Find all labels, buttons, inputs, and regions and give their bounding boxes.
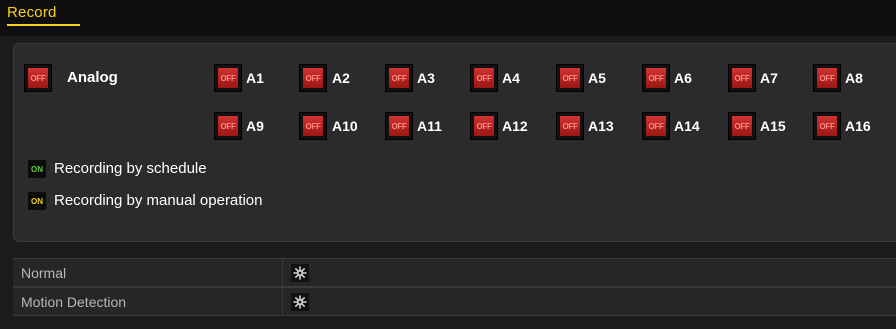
- channel-toggle-a11[interactable]: OFF: [385, 112, 413, 140]
- off-indicator: OFF: [218, 116, 238, 136]
- column-divider: [282, 288, 283, 315]
- analog-toggle-button[interactable]: OFF: [24, 64, 52, 92]
- channel-label-a8: A8: [845, 70, 863, 86]
- channel-toggle-a14[interactable]: OFF: [642, 112, 670, 140]
- channel-label-a3: A3: [417, 70, 435, 86]
- channel-label-a14: A14: [674, 118, 700, 134]
- gear-icon[interactable]: [291, 264, 309, 282]
- tab-underline: [7, 24, 80, 26]
- channel-toggle-a2[interactable]: OFF: [299, 64, 327, 92]
- channel-label-a5: A5: [588, 70, 606, 86]
- gear-icon[interactable]: [291, 293, 309, 311]
- tab-record[interactable]: Record: [7, 4, 57, 21]
- off-indicator: OFF: [389, 116, 409, 136]
- row-label-normal: Normal: [21, 265, 67, 281]
- record-type-table: Normal Motion Detection: [13, 258, 896, 329]
- header-bar: Record: [0, 0, 896, 36]
- column-divider: [282, 259, 283, 286]
- off-indicator: OFF: [646, 68, 666, 88]
- off-indicator: OFF: [732, 68, 752, 88]
- off-indicator: OFF: [560, 68, 580, 88]
- channel-label-a12: A12: [502, 118, 528, 134]
- off-indicator: OFF: [303, 116, 323, 136]
- channel-label-a9: A9: [246, 118, 264, 134]
- off-indicator: OFF: [389, 68, 409, 88]
- manual-legend-text: Recording by manual operation: [54, 192, 263, 209]
- channel-label-a1: A1: [246, 70, 264, 86]
- channel-toggle-a8[interactable]: OFF: [813, 64, 841, 92]
- off-indicator: OFF: [560, 116, 580, 136]
- off-indicator: OFF: [303, 68, 323, 88]
- channel-toggle-a15[interactable]: OFF: [728, 112, 756, 140]
- channel-toggle-a12[interactable]: OFF: [470, 112, 498, 140]
- table-row: Normal: [13, 258, 896, 287]
- channel-panel: OFF Analog OFF A1 OFF A2 OFF A3 OFF A4 O…: [13, 43, 896, 242]
- channel-toggle-a1[interactable]: OFF: [214, 64, 242, 92]
- channel-toggle-a16[interactable]: OFF: [813, 112, 841, 140]
- channel-toggle-a6[interactable]: OFF: [642, 64, 670, 92]
- channel-toggle-a4[interactable]: OFF: [470, 64, 498, 92]
- channel-label-a6: A6: [674, 70, 692, 86]
- schedule-legend-text: Recording by schedule: [54, 160, 207, 177]
- channel-toggle-a13[interactable]: OFF: [556, 112, 584, 140]
- off-indicator: OFF: [817, 68, 837, 88]
- channel-toggle-a7[interactable]: OFF: [728, 64, 756, 92]
- off-indicator: OFF: [218, 68, 238, 88]
- row-label-motion-detection: Motion Detection: [21, 294, 127, 310]
- channel-label-a16: A16: [845, 118, 871, 134]
- channel-toggle-a10[interactable]: OFF: [299, 112, 327, 140]
- channel-toggle-a5[interactable]: OFF: [556, 64, 584, 92]
- off-indicator: OFF: [646, 116, 666, 136]
- off-indicator: OFF: [732, 116, 752, 136]
- off-indicator: OFF: [474, 116, 494, 136]
- schedule-legend-chip: ON: [28, 160, 46, 178]
- channel-label-a11: A11: [417, 118, 442, 134]
- channel-label-a7: A7: [760, 70, 778, 86]
- channel-label-a10: A10: [332, 118, 358, 134]
- channel-toggle-a9[interactable]: OFF: [214, 112, 242, 140]
- channel-label-a15: A15: [760, 118, 786, 134]
- table-row: Motion Detection: [13, 287, 896, 316]
- channel-label-a13: A13: [588, 118, 614, 134]
- channel-label-a4: A4: [502, 70, 520, 86]
- off-indicator: OFF: [28, 68, 48, 88]
- off-indicator: OFF: [474, 68, 494, 88]
- off-indicator: OFF: [817, 116, 837, 136]
- channel-toggle-a3[interactable]: OFF: [385, 64, 413, 92]
- analog-label: Analog: [67, 69, 118, 86]
- channel-label-a2: A2: [332, 70, 350, 86]
- manual-legend-chip: ON: [28, 192, 46, 210]
